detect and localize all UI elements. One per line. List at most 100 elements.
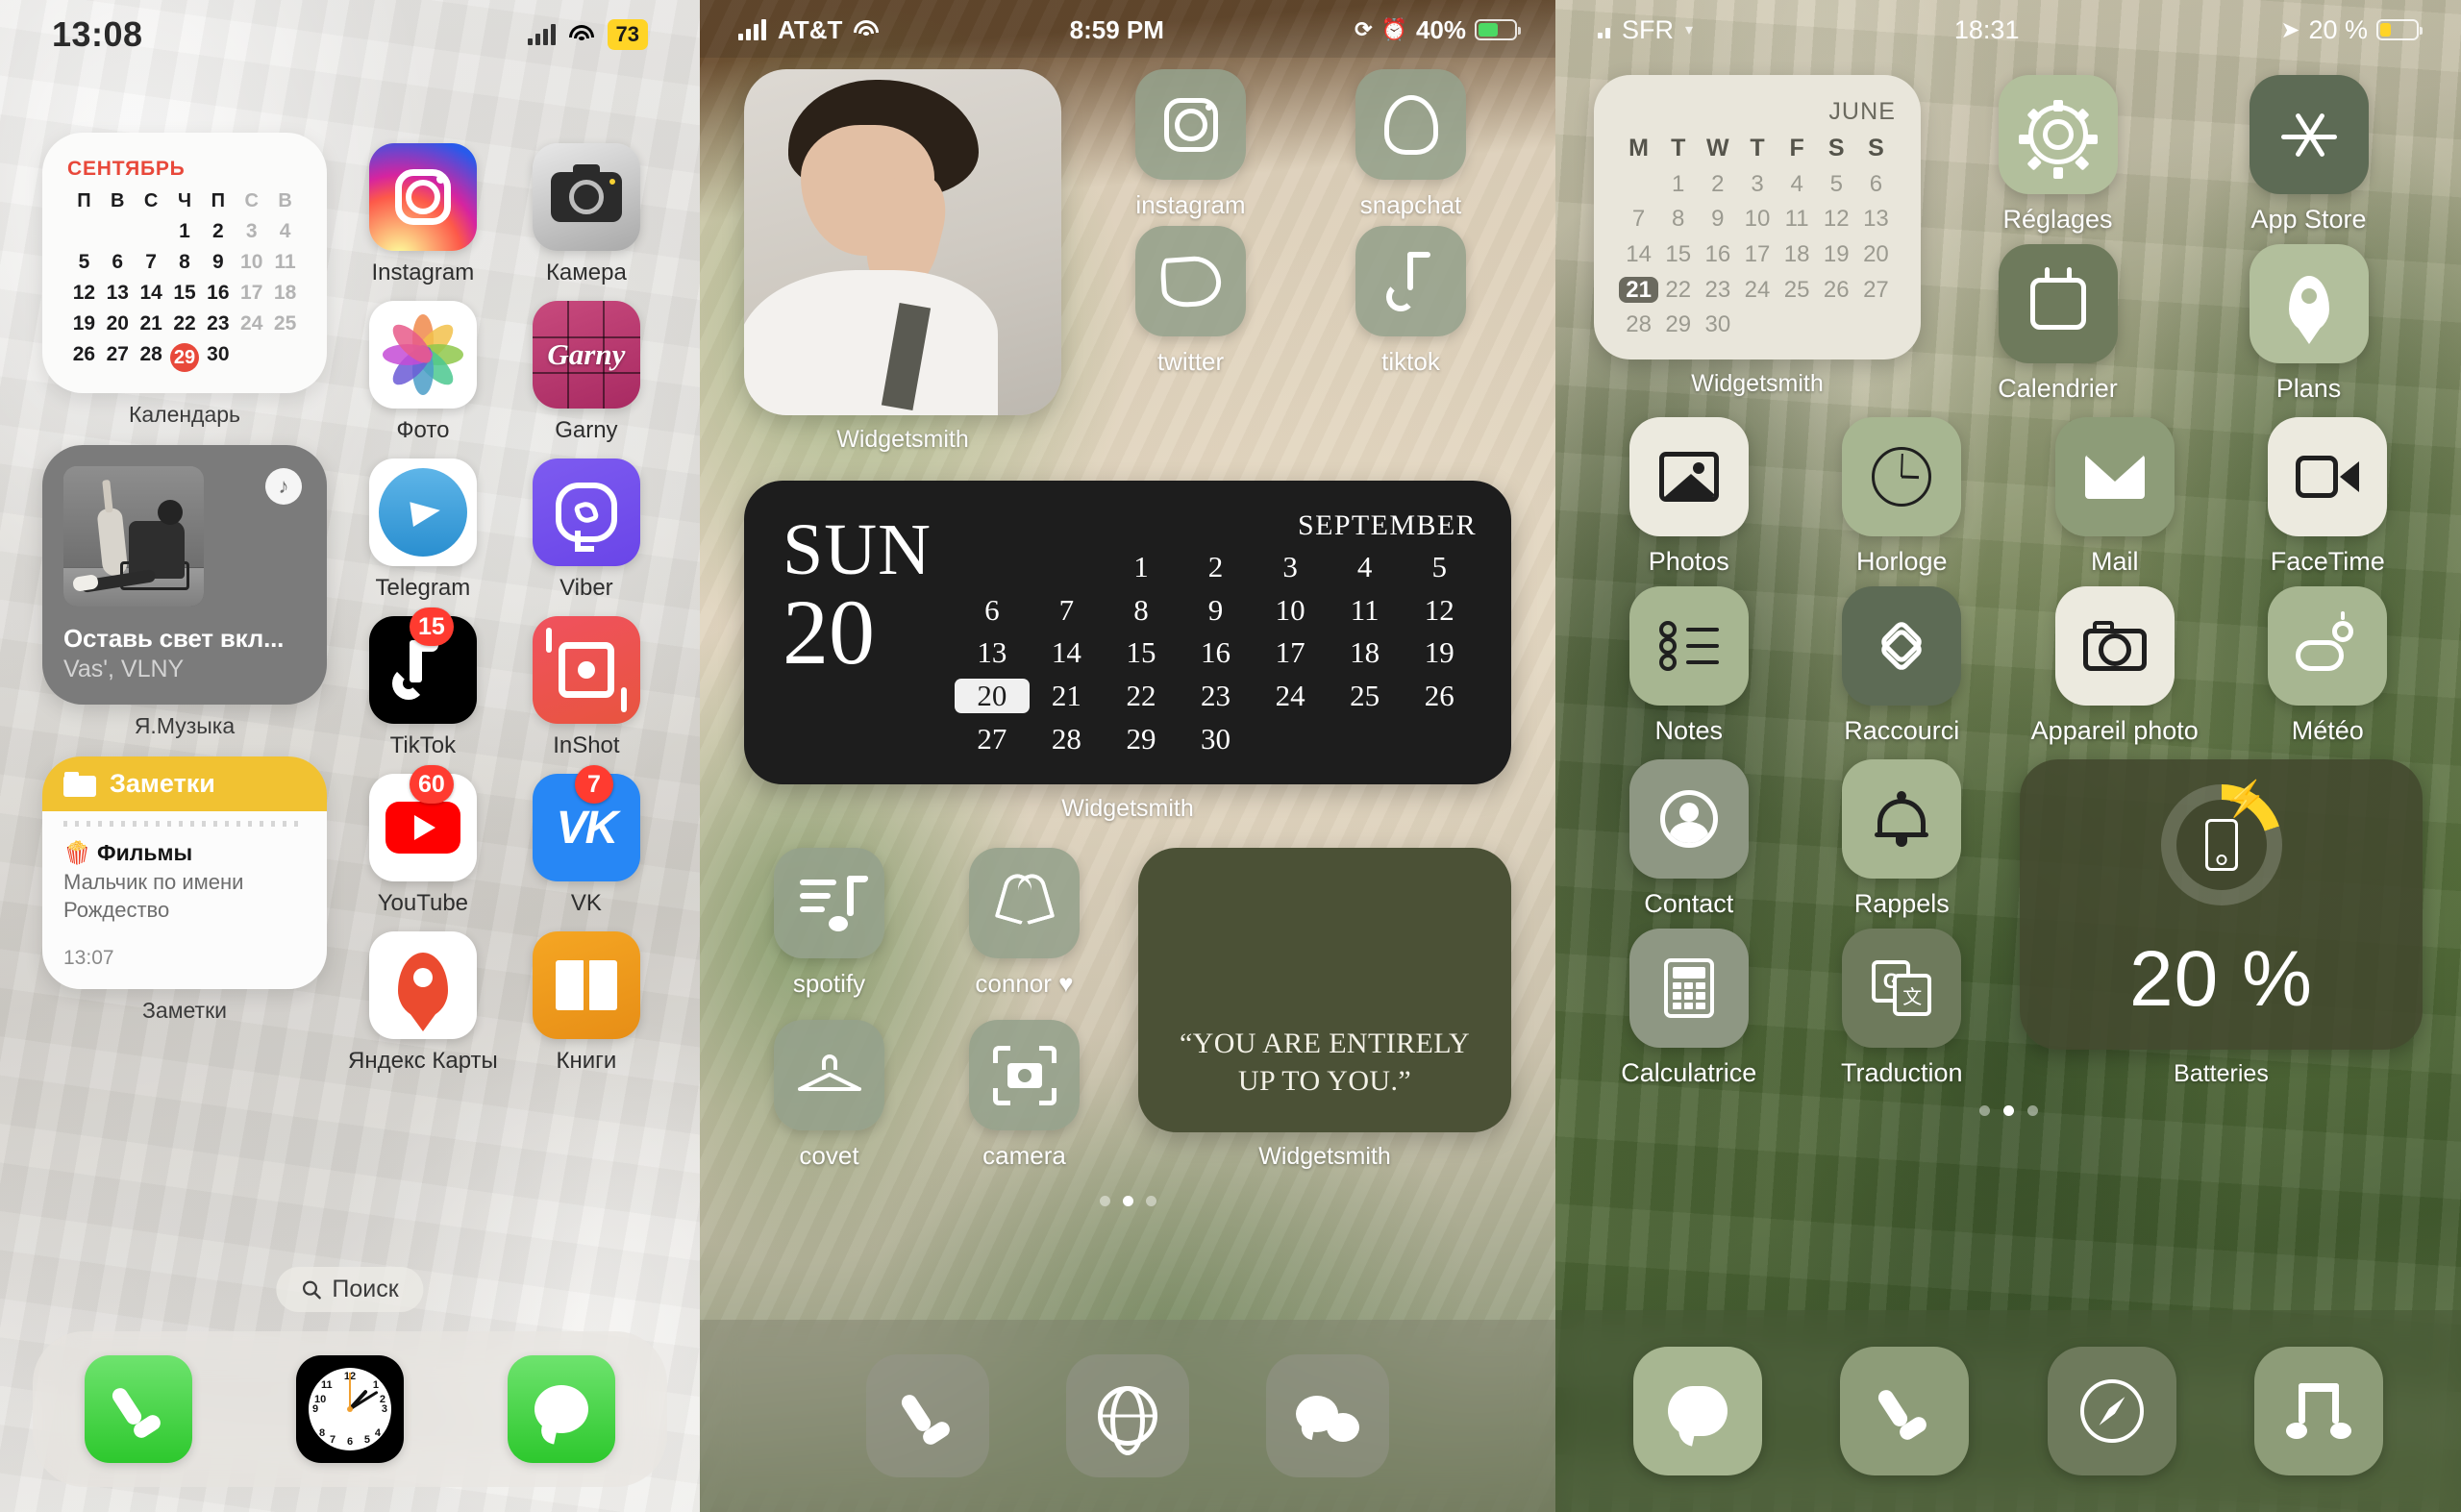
app-shortcuts[interactable]: Raccourci	[1807, 586, 1998, 746]
messages-app[interactable]	[508, 1355, 615, 1463]
app-label: Plans	[2275, 374, 2342, 403]
app-weather[interactable]: Météo	[2233, 586, 2424, 746]
mail-icon	[2054, 417, 2175, 536]
app-twitter[interactable]: twitter	[1090, 226, 1291, 377]
wifi-icon: ▾	[1685, 22, 1694, 38]
status-bar-3: SFR ▾ 18:31 ➤ 20 %	[1555, 0, 2461, 60]
app-contacts[interactable]: Contact	[1594, 759, 1784, 919]
music-app[interactable]	[2253, 1347, 2383, 1475]
music-widget[interactable]: ♪ Оставь свет вкл... Vas', VLNY Я.Музыка	[42, 445, 327, 739]
app-youtube[interactable]: 60 YouTube	[348, 765, 498, 919]
calendar-dow: В	[111, 190, 125, 211]
app-connor[interactable]: connor ♥	[939, 848, 1109, 999]
calendar-day-cell: 21	[1051, 678, 1081, 712]
calendar-empty-cell	[1619, 171, 1658, 198]
app-instagram[interactable]: Instagram	[348, 135, 498, 288]
phone-app[interactable]	[1840, 1347, 1970, 1475]
app-viber[interactable]: Viber	[515, 450, 658, 604]
calendar-day-cell: 25	[273, 312, 297, 335]
app-app-store[interactable]: App Store	[2195, 75, 2423, 235]
app-photos[interactable]: Фото	[348, 292, 498, 446]
safari-app[interactable]	[2047, 1347, 2176, 1475]
app-label: camera	[982, 1141, 1066, 1171]
app-camera[interactable]: Камера	[515, 135, 658, 288]
app-calendar[interactable]: Calendrier	[1944, 244, 2172, 404]
calendar-widget-3[interactable]: JUNE M T W T F S S 1 2 3 4 5 6 7 8 9 10 11 12 13 14 15 16 17 18 1…	[1594, 75, 1921, 404]
app-books[interactable]: Книги	[515, 923, 658, 1077]
calendar-day-cell: 3	[1751, 170, 1764, 197]
app-camera[interactable]: camera	[939, 1020, 1109, 1171]
app-facetime[interactable]: FaceTime	[2233, 417, 2424, 577]
photo-widget[interactable]: Widgetsmith	[744, 69, 1061, 454]
calendar-day-cell: 10	[1275, 592, 1305, 627]
dock-2	[700, 1320, 1555, 1512]
calendar-dow: S	[1868, 135, 1884, 161]
page-dot[interactable]	[1099, 1196, 1110, 1207]
page-dot[interactable]	[2002, 1105, 2014, 1116]
calendar-day-cell: 11	[274, 251, 296, 274]
app-yandex-maps[interactable]: Яндекс Карты	[348, 923, 498, 1077]
calendar-day: 20	[783, 581, 875, 684]
app-calculator[interactable]: Calculatrice	[1594, 929, 1784, 1088]
photos-icon	[1628, 417, 1749, 536]
app-mail[interactable]: Mail	[2020, 417, 2210, 577]
calendar-grid: 1 2 3 4 5 6 7 8 9 10 11 12 13 14 15 16 17 18 19 20 21 22 23 24 2…	[955, 550, 1477, 756]
messages-app[interactable]	[1266, 1354, 1389, 1477]
page-dot[interactable]	[1122, 1196, 1133, 1207]
calendar-day-cell: 7	[145, 251, 157, 274]
app-vk[interactable]: VK 7 VK	[515, 765, 658, 919]
app-translate[interactable]: G 文 Traduction	[1807, 929, 1998, 1088]
app-notes[interactable]: Notes	[1594, 586, 1784, 746]
app-clock[interactable]: Horloge	[1807, 417, 1998, 577]
calendar-day-cell: 20	[106, 312, 129, 335]
calendar-day-cell: 4	[279, 220, 291, 242]
clock-app[interactable]: 12 3 6 9 1 2 4 5 7 8 10 11	[296, 1355, 404, 1463]
app-tiktok[interactable]: 15 TikTok	[348, 607, 498, 761]
app-telegram[interactable]: Telegram	[348, 450, 498, 604]
status-time: 8:59 PM	[1069, 14, 1164, 44]
page-indicator-3[interactable]	[1594, 1105, 2423, 1116]
notes-widget[interactable]: Заметки 🍿 Фильмы Мальчик по имени Рождес…	[42, 756, 327, 1023]
page-indicator-2[interactable]	[744, 1196, 1511, 1207]
app-spotify[interactable]: spotify	[744, 848, 914, 999]
messages-app[interactable]	[1633, 1347, 1763, 1475]
search-button[interactable]: Поиск	[276, 1267, 424, 1312]
calendar-empty-cell	[1777, 311, 1817, 338]
app-camera[interactable]: Appareil photo	[2020, 586, 2210, 746]
phone-app[interactable]	[85, 1355, 192, 1463]
app-gear[interactable]: Réglages	[1944, 75, 2172, 235]
calendar-dow: S	[1827, 135, 1845, 161]
calendar-day-cell: 4	[1356, 550, 1373, 583]
page-dot[interactable]	[2026, 1105, 2038, 1116]
app-tiktok[interactable]: tiktok	[1310, 226, 1511, 377]
quote-widget[interactable]: “YOU ARE ENTIRELY UP TO YOU.” Widgetsmit…	[1138, 848, 1511, 1171]
music-note-icon	[2285, 1383, 2351, 1439]
app-map-pin[interactable]: Plans	[2195, 244, 2423, 404]
weather-icon	[2268, 586, 2388, 706]
calendar-day-cell: 17	[1275, 635, 1305, 670]
calendar-day-cell: 22	[173, 312, 196, 335]
calendar-empty-cell	[135, 220, 168, 242]
app-covet[interactable]: covet	[744, 1020, 914, 1171]
calendar-widget-1[interactable]: СЕНТЯБРЬ П В С Ч П С В 1 2 3 4 5 6 7 8 9 10 11 12 13 14 15 16 1…	[42, 133, 327, 428]
safari-app[interactable]	[1066, 1354, 1189, 1477]
page-dot[interactable]	[1145, 1196, 1156, 1207]
app-instagram[interactable]: instagram	[1090, 69, 1291, 220]
battery-widget[interactable]: ⚡ 20 % Batteries	[2020, 759, 2423, 1088]
app-inshot[interactable]: InShot	[515, 607, 658, 761]
app-garny[interactable]: Garny Garny	[515, 292, 658, 446]
app-photos[interactable]: Photos	[1594, 417, 1784, 577]
snapchat-icon	[1355, 69, 1466, 180]
calendar-dow: П	[77, 190, 91, 211]
page-dot[interactable]	[1978, 1105, 1990, 1116]
big-calendar-widget[interactable]: SUN 20 SEPTEMBER 1 2 3 4 5 6 7 8 9 10 11 12 13 14 15 16…	[744, 481, 1511, 823]
widget-label: Календарь	[128, 402, 241, 428]
note-time: 13:07	[63, 946, 114, 969]
calendar-day-cell: 17	[1744, 240, 1771, 267]
phone-app[interactable]	[866, 1354, 989, 1477]
app-label: VK	[570, 890, 602, 916]
app-bell[interactable]: Rappels	[1807, 759, 1998, 919]
app-snapchat[interactable]: snapchat	[1310, 69, 1511, 220]
battery-percent: 40%	[1415, 14, 1466, 44]
calendar-day-cell: 25	[1350, 678, 1380, 712]
